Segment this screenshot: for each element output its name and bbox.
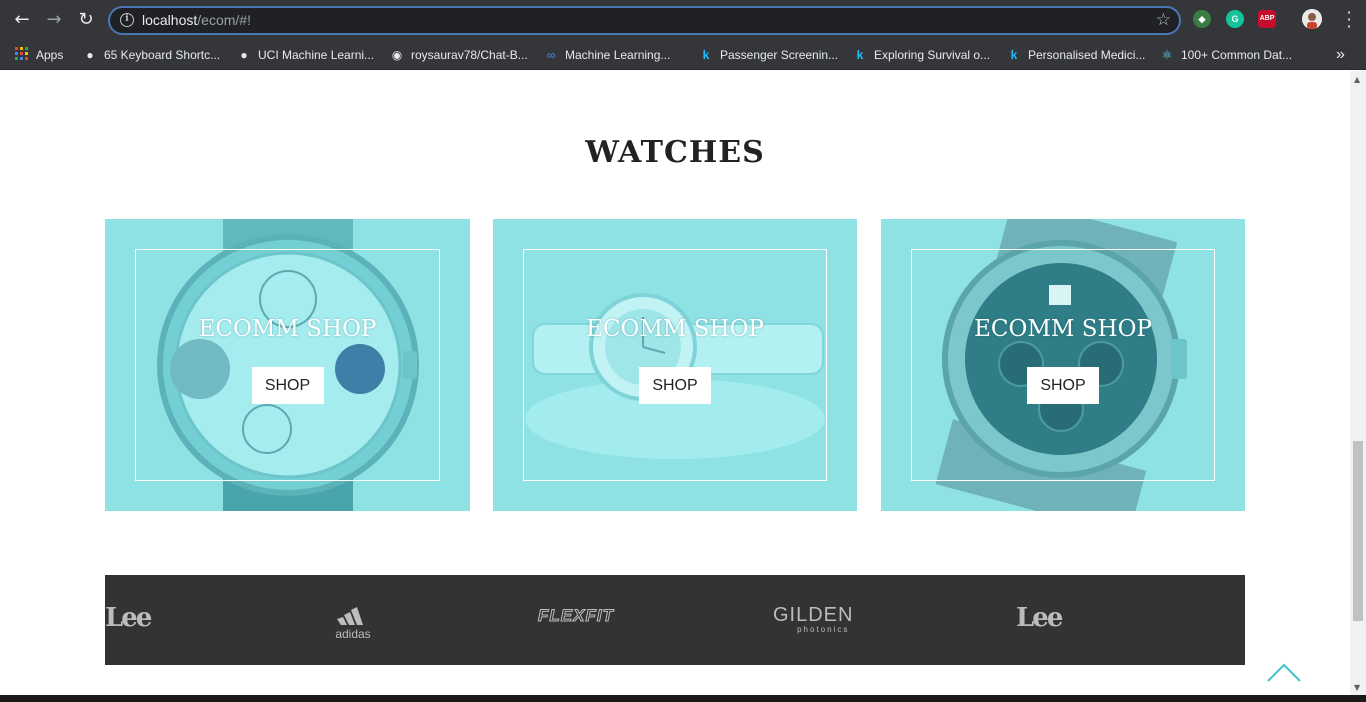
scroll-down-arrow-icon[interactable]: ▼: [1354, 683, 1362, 692]
watch-card[interactable]: ECOMM SHOP SHOP: [493, 219, 857, 511]
bookmark-label: 100+ Common Dat...: [1181, 48, 1293, 62]
watch-card[interactable]: ECOMM SHOP SHOP: [105, 219, 470, 511]
github-icon: ◉: [391, 48, 403, 62]
bookmark-label: Passenger Screenin...: [720, 48, 839, 62]
bookmark-machine-learning[interactable]: ∞ Machine Learning...: [543, 45, 671, 65]
adidas-stripes-icon: [337, 607, 363, 625]
scroll-up-arrow-icon[interactable]: ▲: [1354, 75, 1362, 84]
bookmark-label: Apps: [36, 48, 64, 62]
card-frame: [135, 249, 440, 481]
brand-logos-bar: Lee adidas FLEXFIT GILDEN photonics Lee: [105, 575, 1245, 665]
card-title: ECOMM SHOP: [974, 316, 1152, 342]
apps-grid-icon: [14, 47, 30, 63]
kaggle-icon: k: [1010, 48, 1018, 62]
bookmark-label: roysaurav78/Chat-B...: [411, 48, 528, 62]
bookmark-apps[interactable]: Apps: [14, 45, 63, 65]
bookmark-exploring-survival[interactable]: k Exploring Survival o...: [852, 45, 990, 65]
watch-card[interactable]: ECOMM SHOP SHOP: [881, 219, 1245, 511]
card-title: ECOMM SHOP: [586, 316, 764, 342]
os-taskbar: [0, 695, 1366, 702]
globe-icon: ●: [86, 48, 94, 62]
bookmark-uci-ml[interactable]: ● UCI Machine Learni...: [236, 45, 374, 65]
avatar[interactable]: [1302, 9, 1322, 29]
shop-button[interactable]: SHOP: [639, 367, 711, 404]
more-bookmarks-icon[interactable]: »: [1336, 45, 1345, 65]
grammarly-icon[interactable]: G: [1226, 10, 1244, 28]
brand-logo-gilden-subtext: photonics: [797, 625, 850, 634]
section-title: WATCHES: [585, 135, 765, 170]
bookmarks-bar: Apps ● 65 Keyboard Shortc... ● UCI Machi…: [0, 40, 1366, 70]
brand-logo-lee[interactable]: Lee: [1016, 603, 1063, 633]
kaggle-icon: k: [702, 48, 710, 62]
brand-logo-adidas[interactable]: adidas: [331, 607, 375, 641]
bookmark-personalised-medicine[interactable]: k Personalised Medici...: [1006, 45, 1146, 65]
infinity-icon: ∞: [546, 48, 556, 62]
forward-arrow-icon[interactable]: →: [44, 10, 64, 30]
react-icon: ⚛: [1161, 48, 1173, 62]
brand-logo-flexfit[interactable]: FLEXFIT: [538, 606, 614, 626]
url-host: localhost: [142, 12, 198, 28]
bookmark-label: Exploring Survival o...: [874, 48, 991, 62]
bookmark-star-icon[interactable]: ☆: [1156, 10, 1171, 30]
shop-button[interactable]: SHOP: [1027, 367, 1099, 404]
bookmark-common-data[interactable]: ⚛ 100+ Common Dat...: [1159, 45, 1292, 65]
bookmark-label: 65 Keyboard Shortc...: [104, 48, 221, 62]
browser-menu-icon[interactable]: · · ·: [1346, 5, 1352, 35]
brand-logo-gilden-text: GILDEN: [773, 604, 854, 626]
url-text: localhost/ecom/#!: [142, 12, 251, 28]
brand-logo-gilden[interactable]: GILDEN photonics: [773, 605, 853, 634]
url-path: /ecom/#!: [197, 12, 251, 28]
bookmark-label: UCI Machine Learni...: [258, 48, 375, 62]
bookmark-label: Machine Learning...: [565, 48, 671, 62]
brand-logo-lee[interactable]: Lee: [105, 603, 152, 633]
brand-logo-adidas-text: adidas: [335, 627, 371, 641]
page-scrollbar[interactable]: ▲ ▼: [1350, 71, 1366, 695]
address-bar[interactable]: i localhost/ecom/#! ☆: [108, 6, 1181, 35]
bookmark-keyboard-shortcuts[interactable]: ● 65 Keyboard Shortc...: [82, 45, 220, 65]
card-title: ECOMM SHOP: [198, 316, 377, 342]
scroll-thumb[interactable]: [1353, 441, 1363, 621]
extension-colorful-icon[interactable]: ◆: [1193, 10, 1211, 28]
card-frame: [523, 249, 827, 481]
shop-button[interactable]: SHOP: [251, 367, 324, 404]
scroll-to-top-icon[interactable]: [1266, 661, 1302, 683]
card-frame: [911, 249, 1215, 481]
back-arrow-icon[interactable]: ←: [12, 10, 32, 30]
reload-icon[interactable]: ↻: [76, 10, 96, 30]
globe-icon: ●: [240, 48, 248, 62]
kaggle-icon: k: [856, 48, 864, 62]
adblock-icon[interactable]: ABP: [1258, 10, 1276, 28]
site-info-icon[interactable]: i: [120, 13, 134, 27]
bookmark-github-chat[interactable]: ◉ roysaurav78/Chat-B...: [389, 45, 528, 65]
page-content: WATCHES ECOMM SHOP SHOP ECOMM SHOP SHOP …: [0, 71, 1350, 695]
browser-toolbar: ← → ↻ i localhost/ecom/#! ☆ ◆ G ABP · · ·: [0, 0, 1366, 40]
bookmark-label: Personalised Medici...: [1028, 48, 1146, 62]
bookmark-passenger-screening[interactable]: k Passenger Screenin...: [698, 45, 838, 65]
